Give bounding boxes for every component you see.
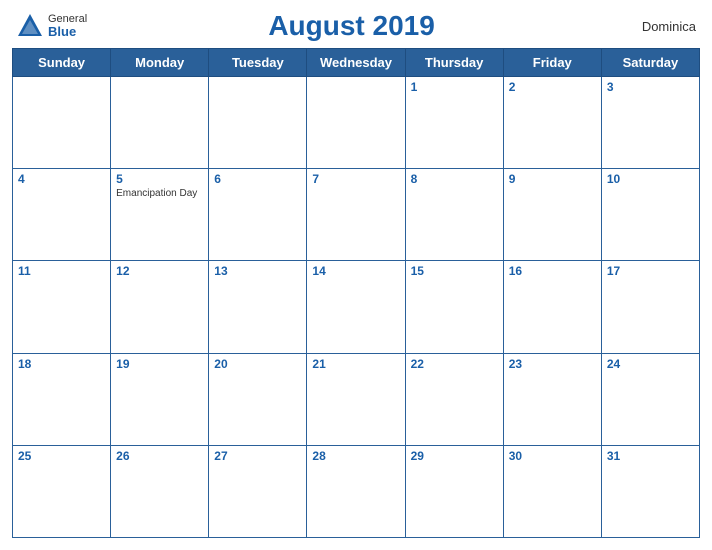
day-cell-4-6: 31: [601, 445, 699, 537]
day-number: 21: [312, 357, 399, 371]
logo: General Blue: [16, 12, 87, 40]
day-cell-4-0: 25: [13, 445, 111, 537]
day-cell-3-2: 20: [209, 353, 307, 445]
header-sunday: Sunday: [13, 49, 111, 77]
day-number: 7: [312, 172, 399, 186]
header-thursday: Thursday: [405, 49, 503, 77]
week-row-5: 25 26 27 28 29 30 31: [13, 445, 700, 537]
day-cell-0-4: 1: [405, 77, 503, 169]
day-number: 31: [607, 449, 694, 463]
day-cell-0-3: [307, 77, 405, 169]
header-wednesday: Wednesday: [307, 49, 405, 77]
day-cell-2-6: 17: [601, 261, 699, 353]
day-cell-0-2: [209, 77, 307, 169]
day-cell-3-5: 23: [503, 353, 601, 445]
day-cell-0-5: 2: [503, 77, 601, 169]
day-cell-1-0: 4: [13, 169, 111, 261]
day-number: 16: [509, 264, 596, 278]
calendar-title: August 2019: [87, 10, 616, 42]
day-number: 17: [607, 264, 694, 278]
day-number: 23: [509, 357, 596, 371]
day-number: 30: [509, 449, 596, 463]
country-label: Dominica: [616, 19, 696, 34]
days-header-row: Sunday Monday Tuesday Wednesday Thursday…: [13, 49, 700, 77]
day-number: 20: [214, 357, 301, 371]
day-number: 12: [116, 264, 203, 278]
day-number: 18: [18, 357, 105, 371]
day-number: 15: [411, 264, 498, 278]
day-number: 26: [116, 449, 203, 463]
day-number: 2: [509, 80, 596, 94]
logo-blue-text: Blue: [48, 25, 87, 39]
header-monday: Monday: [111, 49, 209, 77]
week-row-1: 123: [13, 77, 700, 169]
logo-icon: [16, 12, 44, 40]
week-row-2: 45 Emancipation Day 6789 10: [13, 169, 700, 261]
day-cell-1-4: 8: [405, 169, 503, 261]
day-number: 29: [411, 449, 498, 463]
week-row-4: 18 19 20 21 22 23 24: [13, 353, 700, 445]
day-cell-3-3: 21: [307, 353, 405, 445]
day-number: 22: [411, 357, 498, 371]
day-cell-4-1: 26: [111, 445, 209, 537]
day-cell-0-6: 3: [601, 77, 699, 169]
day-cell-4-2: 27: [209, 445, 307, 537]
day-number: 11: [18, 264, 105, 278]
day-cell-2-0: 11: [13, 261, 111, 353]
day-number: 13: [214, 264, 301, 278]
day-number: 10: [607, 172, 694, 186]
week-row-3: 11 12 13 14 15 16 17: [13, 261, 700, 353]
day-cell-1-1: 5 Emancipation Day: [111, 169, 209, 261]
day-number: 28: [312, 449, 399, 463]
day-number: 5: [116, 172, 203, 186]
day-cell-3-4: 22: [405, 353, 503, 445]
day-cell-2-4: 15: [405, 261, 503, 353]
day-cell-2-1: 12: [111, 261, 209, 353]
day-number: 9: [509, 172, 596, 186]
day-cell-2-5: 16: [503, 261, 601, 353]
day-number: 24: [607, 357, 694, 371]
day-number: 25: [18, 449, 105, 463]
calendar-header: General Blue August 2019 Dominica: [12, 10, 700, 42]
day-number: 3: [607, 80, 694, 94]
day-number: 19: [116, 357, 203, 371]
header-saturday: Saturday: [601, 49, 699, 77]
day-cell-1-5: 9: [503, 169, 601, 261]
header-tuesday: Tuesday: [209, 49, 307, 77]
day-cell-4-4: 29: [405, 445, 503, 537]
day-cell-1-2: 6: [209, 169, 307, 261]
day-cell-3-1: 19: [111, 353, 209, 445]
day-cell-3-6: 24: [601, 353, 699, 445]
day-cell-2-3: 14: [307, 261, 405, 353]
day-cell-1-3: 7: [307, 169, 405, 261]
day-cell-4-3: 28: [307, 445, 405, 537]
calendar-container: General Blue August 2019 Dominica Sunday…: [0, 0, 712, 550]
day-cell-0-0: [13, 77, 111, 169]
day-number: 27: [214, 449, 301, 463]
day-cell-4-5: 30: [503, 445, 601, 537]
calendar-table: Sunday Monday Tuesday Wednesday Thursday…: [12, 48, 700, 538]
day-cell-1-6: 10: [601, 169, 699, 261]
day-event: Emancipation Day: [116, 188, 203, 200]
day-cell-0-1: [111, 77, 209, 169]
day-number: 4: [18, 172, 105, 186]
day-number: 6: [214, 172, 301, 186]
header-friday: Friday: [503, 49, 601, 77]
day-cell-3-0: 18: [13, 353, 111, 445]
day-number: 14: [312, 264, 399, 278]
day-number: 1: [411, 80, 498, 94]
day-cell-2-2: 13: [209, 261, 307, 353]
day-number: 8: [411, 172, 498, 186]
logo-text: General Blue: [48, 13, 87, 39]
